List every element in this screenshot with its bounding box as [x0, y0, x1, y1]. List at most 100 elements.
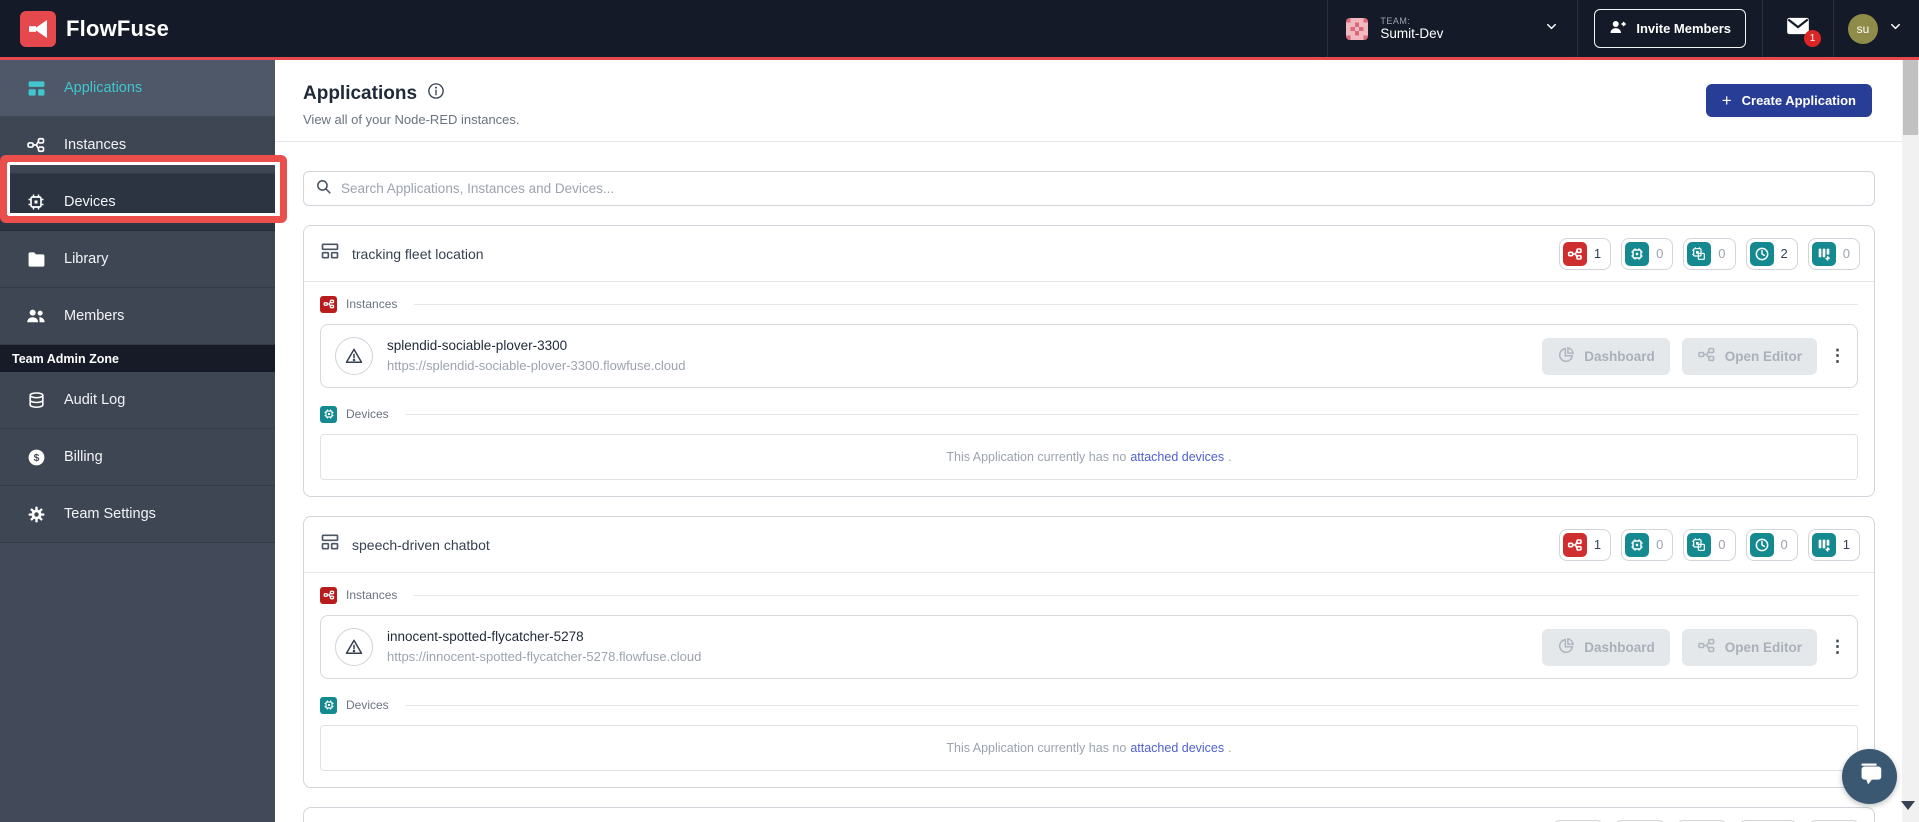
gear-icon	[26, 505, 46, 524]
invite-members-button[interactable]: Invite Members	[1594, 9, 1746, 48]
scrollbar[interactable]	[1902, 60, 1919, 822]
clock-icon	[1749, 241, 1774, 266]
badge-count: 0	[1842, 246, 1850, 261]
pie-chart-icon	[1557, 637, 1575, 658]
badge-count: 1	[1842, 537, 1850, 552]
sidebar: Applications Instances Devices Library M	[0, 60, 275, 822]
chevron-down-icon	[1888, 19, 1903, 39]
sidebar-item-billing[interactable]: $ Billing	[0, 429, 275, 486]
pipelines-icon	[1811, 241, 1836, 266]
open-editor-button[interactable]: Open Editor	[1681, 628, 1817, 666]
pie-chart-icon	[1557, 346, 1575, 367]
database-icon	[26, 391, 46, 410]
sidebar-item-label: Instances	[64, 137, 127, 153]
sidebar-item-label: Billing	[64, 449, 103, 465]
badge-count: 1	[1593, 537, 1602, 552]
instance-status-icon	[335, 628, 373, 666]
devices-section-label: Devices	[320, 693, 1858, 717]
instance-menu-button[interactable]: ⋮	[1829, 638, 1846, 655]
brand-name: FlowFuse	[66, 15, 170, 41]
device-group-icon	[1687, 241, 1712, 266]
sidebar-item-instances[interactable]: Instances	[0, 117, 275, 174]
open-editor-button[interactable]: Open Editor	[1681, 337, 1817, 375]
members-icon	[26, 306, 46, 326]
device-icon	[320, 405, 337, 423]
device-group-icon	[1687, 532, 1712, 557]
header-divider	[275, 141, 1902, 142]
application-card-header[interactable]: tracking fleet location 1 0 0 2 0	[304, 226, 1874, 282]
user-avatar: su	[1848, 13, 1878, 44]
instances-count-badge: 1	[1558, 237, 1612, 270]
team-admin-zone-label: Team Admin Zone	[0, 345, 275, 372]
page-title: Applications	[303, 82, 418, 104]
dollar-icon: $	[26, 448, 46, 467]
create-application-label: Create Application	[1741, 93, 1856, 108]
instances-section-label: Instances	[320, 583, 1858, 607]
instance-row[interactable]: splendid-sociable-plover-3300 https://sp…	[320, 324, 1858, 388]
top-bar: FlowFuse TEAM: Sumit-Dev Invite Members …	[0, 0, 1919, 57]
devices-section-label: Devices	[320, 402, 1858, 426]
sidebar-item-library[interactable]: Library	[0, 231, 275, 288]
snapshots-count-badge: 0	[1745, 528, 1798, 561]
user-menu[interactable]: su	[1833, 0, 1919, 57]
badge-count: 0	[1656, 246, 1664, 261]
empty-devices-message: This Application currently has no attach…	[320, 434, 1858, 480]
sidebar-item-audit-log[interactable]: Audit Log	[0, 372, 275, 429]
instance-url: https://innocent-spotted-flycatcher-5278…	[387, 648, 702, 664]
badge-count: 0	[1656, 537, 1664, 552]
dashboard-button[interactable]: Dashboard	[1542, 628, 1670, 666]
pipelines-count-badge: 0	[1807, 237, 1860, 270]
dashboard-button[interactable]: Dashboard	[1542, 337, 1670, 375]
team-selector[interactable]: TEAM: Sumit-Dev	[1327, 0, 1577, 57]
top-bar-right: TEAM: Sumit-Dev Invite Members 1 su	[1327, 0, 1919, 57]
instance-menu-button[interactable]: ⋮	[1829, 347, 1846, 364]
badge-count: 2	[1780, 246, 1788, 261]
sidebar-item-devices[interactable]: Devices	[0, 174, 275, 231]
sidebar-item-label: Devices	[64, 194, 116, 210]
devices-count-badge: 0	[1621, 237, 1674, 270]
brand[interactable]: FlowFuse	[0, 10, 170, 47]
devices-icon	[26, 192, 46, 212]
pipelines-icon	[1811, 532, 1836, 557]
badge-count: 0	[1718, 537, 1726, 552]
device-icon	[320, 696, 337, 714]
sidebar-item-team-settings[interactable]: Team Settings	[0, 486, 275, 543]
scrollbar-thumb[interactable]	[1903, 60, 1918, 135]
empty-devices-message: This Application currently has no attach…	[320, 725, 1858, 771]
application-icon	[320, 532, 340, 557]
application-name: tracking fleet location	[352, 245, 484, 262]
info-icon[interactable]	[427, 82, 445, 105]
attached-devices-link[interactable]: attached devices	[1130, 450, 1224, 464]
page-subtitle: View all of your Node-RED instances.	[303, 112, 520, 127]
attached-devices-link[interactable]: attached devices	[1130, 741, 1224, 755]
instance-name: innocent-spotted-flycatcher-5278	[387, 628, 584, 644]
application-card: test 3 1 0	[303, 807, 1875, 822]
node-red-icon	[1697, 345, 1716, 367]
folder-icon	[26, 250, 46, 269]
sidebar-item-members[interactable]: Members	[0, 288, 275, 345]
snapshots-count-badge: 2	[1745, 237, 1798, 270]
application-icon	[320, 241, 340, 266]
instances-icon	[320, 586, 337, 604]
badge-count: 0	[1718, 246, 1726, 261]
instance-url: https://splendid-sociable-plover-3300.fl…	[387, 357, 686, 373]
device-icon	[1625, 532, 1650, 557]
sidebar-item-label: Members	[64, 308, 125, 324]
node-red-icon	[1697, 636, 1716, 658]
search-input[interactable]	[341, 181, 1863, 196]
collapse-arrow-icon[interactable]	[1901, 801, 1915, 810]
plus-icon: +	[1721, 91, 1732, 110]
instance-name: splendid-sociable-plover-3300	[387, 337, 568, 353]
instance-row[interactable]: innocent-spotted-flycatcher-5278 https:/…	[320, 615, 1858, 679]
application-card-header[interactable]: test 3 1 0	[304, 808, 1874, 822]
sidebar-item-applications[interactable]: Applications	[0, 60, 275, 117]
instances-icon	[1562, 532, 1587, 557]
svg-text:$: $	[33, 453, 39, 464]
application-card: speech-driven chatbot 1 0 0 0 1 Instance…	[303, 516, 1875, 788]
application-card-header[interactable]: speech-driven chatbot 1 0 0 0 1	[304, 517, 1874, 573]
notification-badge: 1	[1804, 30, 1821, 47]
create-application-button[interactable]: + Create Application	[1705, 84, 1872, 117]
chat-widget-button[interactable]	[1842, 749, 1897, 804]
notifications-button[interactable]: 1	[1762, 0, 1833, 57]
application-badges: 1 0 0 0 1	[1558, 528, 1860, 561]
